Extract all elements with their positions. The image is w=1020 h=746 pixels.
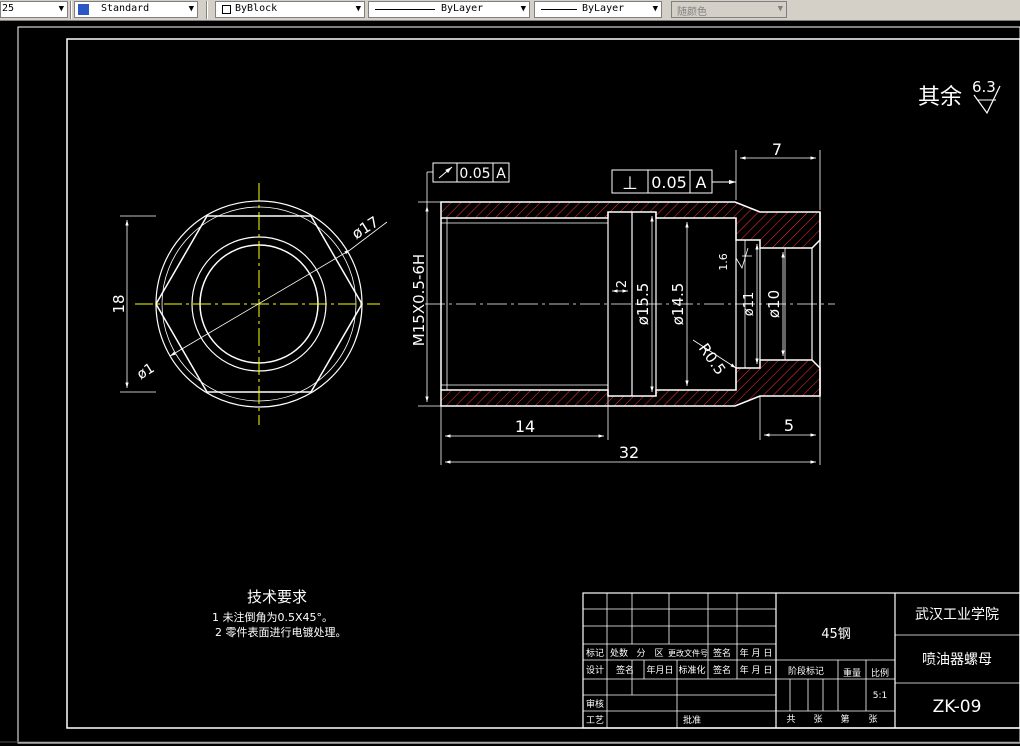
svg-text:签名: 签名 <box>713 647 731 659</box>
tech-req-line2: 2 零件表面进行电镀处理。 <box>215 625 347 639</box>
dropdown-arrow-icon[interactable]: ▼ <box>356 2 361 17</box>
tech-req-title: 技术要求 <box>247 588 307 606</box>
dropdown-arrow-icon[interactable]: ▼ <box>521 2 526 17</box>
dim-text-32: 32 <box>619 443 639 462</box>
dim-text-5: 5 <box>784 416 794 435</box>
dropdown-arrow-icon[interactable]: ▼ <box>189 2 194 17</box>
roughness-value: 6.3 <box>972 78 996 96</box>
lineweight-value: ByLayer <box>582 3 625 14</box>
dim-text-dia17: ø17 <box>349 213 383 243</box>
color-swatch-icon <box>222 5 231 14</box>
text-style-value: Standard <box>101 3 150 14</box>
svg-text:签名: 签名 <box>616 664 634 676</box>
dropdown-arrow-icon[interactable]: ▼ <box>653 2 658 17</box>
material-text: 45钢 <box>821 627 851 642</box>
svg-text:A: A <box>496 166 506 182</box>
title-block-text: 标记 处数 分 区 更改文件号 签名 年 月 日 设计 签名 年月日 标准化 签… <box>586 607 999 726</box>
runout-fcf: 0.05 A <box>432 162 510 183</box>
svg-text:0.05: 0.05 <box>651 173 687 192</box>
lineweight-preview-icon <box>541 9 577 10</box>
drawing-canvas[interactable]: 其余 6.3 18 ø17 ø1 M15X0.5-6H 0.05 A ⊥ 0.0… <box>0 20 1020 746</box>
drawing-frame <box>66 38 1020 729</box>
perpendicular-fcf: ⊥ 0.05 A <box>611 169 736 194</box>
dim-text-groove: 2 <box>615 280 630 288</box>
svg-text:阶段标记: 阶段标记 <box>788 665 824 677</box>
svg-text:年月日: 年月日 <box>646 664 673 676</box>
linetype-preview-icon <box>375 9 435 10</box>
dim-text-dia11: ø11 <box>742 292 757 317</box>
roughness-small-icon <box>735 247 749 269</box>
scale-value: 5:1 <box>873 691 887 701</box>
dim-text-dia10: ø10 <box>765 290 783 318</box>
hatch-top <box>440 201 821 249</box>
svg-text:审核: 审核 <box>586 698 604 710</box>
hatch-bottom <box>440 359 821 407</box>
text-style-icon <box>78 4 89 15</box>
dim-text-14: 14 <box>515 417 535 436</box>
dim-text-dia15-5: ø15.5 <box>634 283 652 326</box>
linetype-value: ByLayer <box>441 3 484 14</box>
svg-text:工艺: 工艺 <box>586 715 604 726</box>
hex-end-view: 18 ø17 ø1 <box>110 183 388 425</box>
svg-text:标记: 标记 <box>586 647 604 659</box>
section-view: M15X0.5-6H 0.05 A ⊥ 0.05 A 7 14 32 5 ø15… <box>410 140 835 465</box>
svg-text:0.05: 0.05 <box>459 166 490 182</box>
roughness-small-value: 1.6 <box>717 253 730 271</box>
svg-text:年 月 日: 年 月 日 <box>740 647 773 659</box>
plotstyle-value: 随颜色 <box>677 7 707 18</box>
color-combo[interactable]: ByBlock ▼ <box>215 1 365 18</box>
perpendicular-icon: ⊥ <box>622 173 638 194</box>
svg-text:更改文件号: 更改文件号 <box>668 648 708 658</box>
drawing-no-text: ZK-09 <box>933 697 982 717</box>
dim-text-r05: R0.5 <box>695 340 729 378</box>
roughness-symbol: 其余 6.3 <box>918 78 1001 115</box>
svg-text:年 月 日: 年 月 日 <box>740 664 773 676</box>
runout-arrow-icon <box>438 166 453 179</box>
lineweight-combo[interactable]: ByLayer ▼ <box>534 1 662 18</box>
dim-text-18: 18 <box>110 294 128 313</box>
scale-combo[interactable]: 25 ▼ <box>0 1 68 18</box>
svg-text:第: 第 <box>840 713 849 725</box>
svg-text:设计: 设计 <box>586 664 604 676</box>
tech-req-line1: 1 未注倒角为0.5X45°。 <box>212 610 333 624</box>
svg-text:签名: 签名 <box>713 664 731 676</box>
plotstyle-combo[interactable]: 随颜色 ▼ <box>671 1 787 18</box>
tech-requirements: 技术要求 1 未注倒角为0.5X45°。 2 零件表面进行电镀处理。 <box>212 588 347 639</box>
svg-text:处数: 处数 <box>610 647 628 659</box>
school-text: 武汉工业学院 <box>915 607 999 623</box>
color-value: ByBlock <box>235 3 278 14</box>
dim-text-dia1: ø1 <box>134 360 157 383</box>
svg-text:重量: 重量 <box>843 667 861 679</box>
dim-text-thread: M15X0.5-6H <box>410 254 428 346</box>
svg-text:共: 共 <box>786 714 795 725</box>
svg-text:批准: 批准 <box>683 714 701 726</box>
svg-text:张: 张 <box>813 714 822 725</box>
svg-text:分 区: 分 区 <box>636 648 663 659</box>
dim-line-dia17 <box>169 249 351 357</box>
svg-text:张: 张 <box>868 714 877 725</box>
dropdown-arrow-icon[interactable]: ▼ <box>778 2 783 17</box>
toolbar-separator <box>70 1 72 19</box>
part-name-text: 喷油器螺母 <box>922 652 992 668</box>
svg-text:比例: 比例 <box>871 667 889 679</box>
scale-value: 25 <box>2 3 15 14</box>
linetype-combo[interactable]: ByLayer ▼ <box>368 1 530 18</box>
properties-toolbar: 25 ▼ Standard ▼ ByBlock ▼ ByLayer ▼ ByLa… <box>0 0 1020 21</box>
svg-text:A: A <box>696 173 707 192</box>
roughness-label: 其余 <box>918 85 962 110</box>
dim-text-7: 7 <box>772 140 782 159</box>
dropdown-arrow-icon[interactable]: ▼ <box>59 2 64 17</box>
text-style-combo[interactable]: Standard ▼ <box>74 1 198 18</box>
toolbar-separator <box>206 1 208 19</box>
dim-text-dia14-5: ø14.5 <box>669 283 687 326</box>
svg-text:标准化: 标准化 <box>678 664 705 676</box>
